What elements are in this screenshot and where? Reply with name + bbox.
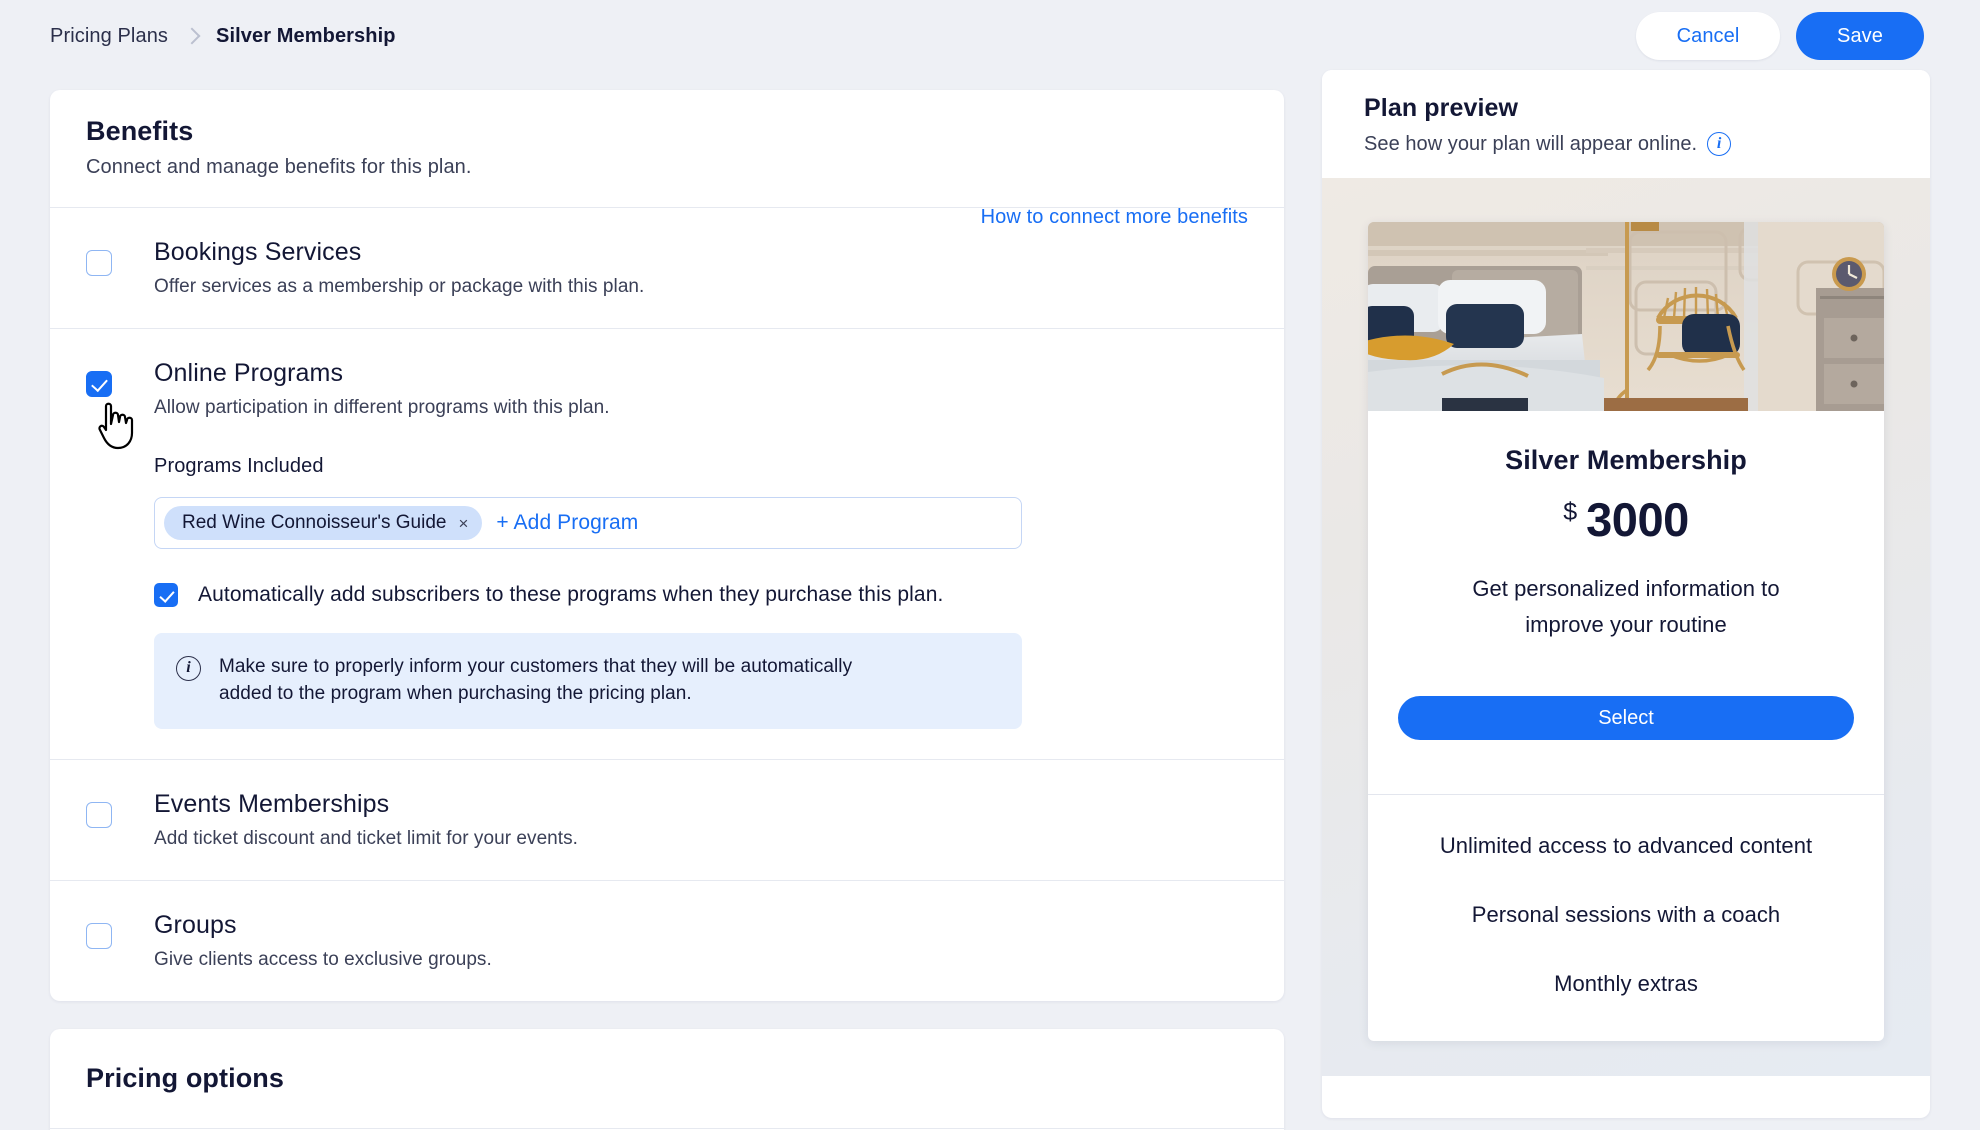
plan-benefit-item: Unlimited access to advanced content: [1439, 833, 1813, 858]
cancel-button[interactable]: Cancel: [1636, 12, 1780, 60]
plan-amount: 3000: [1586, 493, 1689, 546]
benefits-card: Benefits Connect and manage benefits for…: [50, 90, 1284, 1001]
breadcrumb-parent-link[interactable]: Pricing Plans: [50, 25, 168, 48]
app-root: Pricing Plans Silver Membership Cancel S…: [0, 0, 1980, 1130]
plan-card-body: Silver Membership $ 3000 Get personalize…: [1368, 411, 1884, 766]
plan-card-price: $ 3000: [1398, 492, 1854, 547]
pointer-hand-cursor: [98, 402, 134, 450]
checkbox-groups[interactable]: [86, 923, 112, 949]
plan-preview-panel: Plan preview See how your plan will appe…: [1322, 70, 1930, 1118]
plan-preview-subtitle-row: See how your plan will appear online. i: [1364, 132, 1888, 156]
plan-preview-stage: Silver Membership $ 3000 Get personalize…: [1322, 178, 1930, 1076]
plan-tagline-line-2: improve your routine: [1525, 612, 1727, 637]
info-note-line-2: added to the program when purchasing the…: [219, 683, 692, 704]
plan-card-benefits: Unlimited access to advanced content Per…: [1368, 795, 1884, 1041]
plan-benefit-item: Personal sessions with a coach: [1471, 902, 1781, 927]
benefit-row-bookings-services[interactable]: Bookings Services Offer services as a me…: [50, 208, 1284, 329]
save-button[interactable]: Save: [1796, 12, 1924, 60]
benefit-texts-online-programs: Online Programs Allow participation in d…: [154, 359, 1022, 729]
benefit-description: Allow participation in different program…: [154, 397, 610, 418]
benefit-texts-bookings-services: Bookings Services Offer services as a me…: [154, 238, 644, 298]
top-bar: Pricing Plans Silver Membership Cancel S…: [0, 0, 1980, 72]
plan-preview-title: Plan preview: [1364, 94, 1519, 122]
left-column: Benefits Connect and manage benefits for…: [50, 90, 1284, 1130]
breadcrumb-current: Silver Membership: [216, 24, 396, 47]
plan-benefit-item: Monthly extras: [1554, 971, 1698, 996]
select-plan-button[interactable]: Select: [1398, 696, 1854, 740]
info-icon: i: [176, 656, 201, 681]
info-icon[interactable]: i: [1707, 132, 1732, 156]
close-icon[interactable]: ×: [458, 515, 468, 532]
checkbox-wrap-bookings-services: [86, 238, 154, 276]
auto-add-row[interactable]: Automatically add subscribers to these p…: [154, 583, 1022, 607]
benefits-card-header: Benefits Connect and manage benefits for…: [50, 90, 1284, 228]
benefit-texts-events-memberships: Events Memberships Add ticket discount a…: [154, 790, 578, 850]
pricing-options-card: Pricing options: [50, 1029, 1284, 1130]
info-note: i Make sure to properly inform your cust…: [154, 633, 1022, 729]
pricing-options-header: Pricing options: [50, 1029, 1284, 1129]
chevron-right-icon: [183, 27, 201, 45]
benefit-description: Add ticket discount and ticket limit for…: [154, 828, 579, 849]
topbar-actions: Cancel Save: [1636, 12, 1980, 60]
bedroom-photo: [1368, 222, 1884, 411]
plan-tagline-line-1: Get personalized information to: [1472, 576, 1780, 601]
auto-add-label: Automatically add subscribers to these p…: [198, 583, 944, 606]
checkbox-bookings-services[interactable]: [86, 250, 112, 276]
checkbox-wrap-events-memberships: [86, 790, 154, 828]
benefit-row-online-programs[interactable]: Online Programs Allow participation in d…: [50, 329, 1284, 760]
benefit-row-groups[interactable]: Groups Give clients access to exclusive …: [50, 881, 1284, 1001]
checkbox-events-memberships[interactable]: [86, 802, 112, 828]
program-tag-label: Red Wine Connoisseur's Guide: [182, 512, 447, 533]
plan-preview-subtitle: See how your plan will appear online.: [1364, 132, 1698, 155]
benefit-title: Groups: [154, 911, 237, 939]
benefit-description: Offer services as a membership or packag…: [154, 276, 645, 297]
program-tag[interactable]: Red Wine Connoisseur's Guide ×: [164, 506, 483, 540]
info-note-text: Make sure to properly inform your custom…: [219, 653, 852, 707]
checkbox-wrap-online-programs: [86, 359, 154, 397]
checkbox-auto-add-subscribers[interactable]: [154, 583, 178, 607]
benefit-texts-groups: Groups Give clients access to exclusive …: [154, 911, 492, 971]
plan-tagline: Get personalized information to improve …: [1398, 571, 1854, 643]
benefit-title: Events Memberships: [154, 790, 390, 818]
benefits-subtitle: Connect and manage benefits for this pla…: [86, 156, 472, 178]
plan-currency-symbol: $: [1563, 498, 1578, 526]
benefit-title: Bookings Services: [154, 238, 362, 266]
benefit-title: Online Programs: [154, 359, 344, 387]
info-note-line-1: Make sure to properly inform your custom…: [219, 656, 853, 677]
online-programs-panel: Programs Included Red Wine Connoisseur's…: [154, 455, 1022, 729]
benefit-row-events-memberships[interactable]: Events Memberships Add ticket discount a…: [50, 760, 1284, 881]
bedroom-photo-illustration: [1368, 222, 1884, 411]
checkbox-wrap-groups: [86, 911, 154, 949]
pricing-options-title: Pricing options: [86, 1063, 285, 1093]
plan-card: Silver Membership $ 3000 Get personalize…: [1368, 222, 1884, 1041]
programs-input-field[interactable]: Red Wine Connoisseur's Guide × + Add Pro…: [154, 497, 1022, 549]
add-program-button[interactable]: + Add Program: [496, 511, 638, 535]
plan-card-name: Silver Membership: [1505, 445, 1747, 475]
programs-included-label: Programs Included: [154, 455, 324, 477]
benefits-title: Benefits: [86, 116, 194, 146]
benefit-description: Give clients access to exclusive groups.: [154, 949, 492, 970]
breadcrumb: Pricing Plans Silver Membership: [0, 25, 396, 48]
checkbox-online-programs[interactable]: [86, 371, 112, 397]
plan-preview-header: Plan preview See how your plan will appe…: [1322, 70, 1930, 178]
